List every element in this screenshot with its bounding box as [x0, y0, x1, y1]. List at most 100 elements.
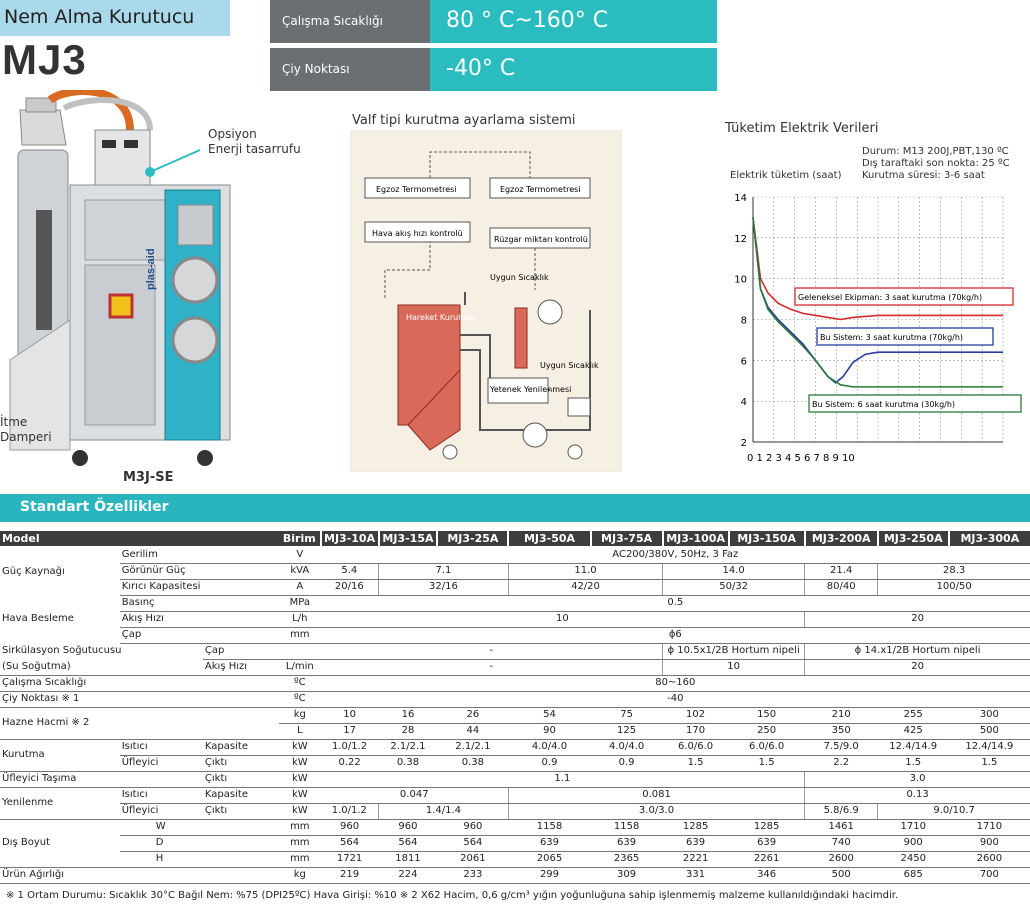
table-cell: 0.9 — [508, 755, 591, 772]
table-cell: 10 — [320, 611, 805, 628]
x-tick-label: 0 — [747, 453, 753, 464]
x-tick-label: 7 — [814, 453, 820, 464]
table-row: Dış Boyut W mm 960 960 960 1158 1158 128… — [0, 819, 1030, 868]
table-cell: 700 — [948, 867, 1030, 884]
table-cell: - — [320, 659, 663, 676]
table-cell: 1710 — [948, 819, 1030, 836]
table-cell: 1721 — [320, 851, 379, 868]
row-label: Isıtıcı — [119, 739, 203, 756]
table-cell: 54 — [508, 707, 591, 724]
row-unit: A — [279, 579, 321, 596]
table-cell: 2.1/2.1 — [378, 739, 438, 756]
standard-specs-title: Standart Özellikler — [0, 494, 1030, 522]
x-tick-label: 1 — [757, 453, 763, 464]
legend-label-1: Geleneksel Ekipman: 3 saat kurutma (70kg… — [798, 293, 982, 302]
y-tick-label: 6 — [741, 356, 747, 367]
header-model-col: MJ3-150A — [727, 531, 805, 548]
diagram-box-exhaust-thermometer-1: Egzoz Termometresi — [376, 185, 457, 194]
diagram-label-regeneration: Yetenek Yenilenmesi — [489, 385, 571, 394]
header-unit: Birim — [279, 531, 321, 548]
row-group-label: (Su Soğutma) — [0, 659, 203, 676]
table-cell: 6.0/6.0 — [662, 739, 729, 756]
table-cell: 500 — [948, 723, 1030, 740]
table-cell: 3.0 — [804, 771, 1030, 788]
table-row: D mm 564 564 564 639 639 639 639 740 900… — [0, 835, 1030, 852]
product-category-title: Nem Alma Kurutucu — [0, 0, 230, 36]
valve-diagram: Egzoz Termometresi Hava akış hızı kontro… — [350, 130, 622, 472]
spec-label-working-temp: Çalışma Sıcaklığı — [270, 0, 430, 43]
energy-saving-label: Enerji tasarrufu — [208, 142, 301, 156]
row-group-label: Yenilenme — [0, 787, 120, 820]
table-cell: 0.38 — [378, 755, 438, 772]
row-unit — [279, 643, 321, 660]
row-label: W — [119, 819, 280, 836]
table-cell: 16 — [378, 707, 438, 724]
table-cell: 1.0/1.2 — [320, 803, 379, 820]
table-cell: 309 — [590, 867, 663, 884]
row-unit: mm — [279, 627, 321, 644]
row-label: Kırıcı Kapasitesi — [119, 579, 280, 596]
table-cell: 3.0/3.0 — [507, 803, 805, 820]
table-cell: 1.5 — [728, 755, 805, 772]
row-unit: MPa — [279, 595, 321, 612]
legend-label-2: Bu Sistem: 3 saat kurutma (70kg/h) — [820, 333, 963, 342]
row-group-label: Sirkülasyon Soğutucusu — [2, 645, 122, 657]
row-label: Görünür Güç — [119, 563, 280, 580]
header-model-col: MJ3-10A — [319, 531, 379, 548]
x-tick-label: 8 — [823, 453, 829, 464]
table-cell: 2261 — [728, 851, 805, 868]
spec-table: Model Birim MJ3-10A MJ3-15A MJ3-25A MJ3-… — [0, 531, 1030, 884]
row-label: Akış Hızı — [202, 659, 280, 676]
spec-label-dew-point: Çiy Noktası — [270, 48, 430, 91]
table-cell: 2.1/2.1 — [437, 739, 509, 756]
table-cell: 5.4 — [320, 563, 379, 580]
table-cell: 150 — [728, 707, 805, 724]
table-cell: 250 — [728, 723, 805, 740]
table-cell: 2065 — [508, 851, 591, 868]
table-cell: 28 — [378, 723, 438, 740]
brand-logo-text: plas-aid — [145, 248, 157, 290]
row-group-label: Güç Kaynağı — [2, 565, 65, 577]
table-cell: - — [320, 643, 663, 660]
table-cell: 9.0/10.7 — [877, 803, 1030, 820]
table-row: Hazne Hacmi ※ 2 kg 10 16 26 54 75 102 15… — [0, 707, 1030, 740]
table-cell: 2600 — [804, 851, 878, 868]
y-tick-label: 8 — [741, 316, 747, 327]
table-cell: 0.5 — [320, 595, 1030, 612]
row-unit: V — [279, 547, 321, 564]
damper-label-2: Damperi — [0, 430, 52, 444]
row-label: Kapasite — [202, 739, 280, 756]
table-cell: 17 — [320, 723, 379, 740]
table-cell: 350 — [804, 723, 878, 740]
table-cell: 1.4/1.4 — [378, 803, 509, 820]
table-cell: 28.3 — [877, 563, 1030, 580]
table-cell: 1158 — [590, 819, 663, 836]
row-label: Ürün Ağırlığı — [0, 867, 280, 884]
table-cell: 255 — [877, 707, 949, 724]
row-unit: L/h — [279, 611, 321, 628]
row-label: H — [119, 851, 280, 868]
row-label: D — [119, 835, 280, 852]
row-unit: kg — [279, 707, 321, 724]
table-cell: 500 — [804, 867, 878, 884]
diagram-box-airflow-control: Hava akış hızı kontrolü — [372, 229, 463, 238]
table-cell: 20 — [804, 659, 1030, 676]
table-cell: 639 — [728, 835, 805, 852]
table-cell: 102 — [662, 707, 729, 724]
table-cell: 639 — [590, 835, 663, 852]
table-cell: 900 — [877, 835, 949, 852]
table-row: Yenilenme Isıtıcı Kapasite kW 0.047 0.08… — [0, 787, 1030, 820]
table-cell: 0.9 — [590, 755, 663, 772]
footnote: ※ 1 Ortam Durumu: Sıcaklık 30°C Bağıl Ne… — [6, 890, 899, 901]
row-unit: L — [279, 723, 321, 740]
table-cell: 21.4 — [804, 563, 878, 580]
row-unit: kW — [279, 755, 321, 772]
header-model: Model — [0, 531, 280, 548]
row-label: Çalışma Sıcaklığı — [0, 675, 280, 692]
table-cell: 5.8/6.9 — [804, 803, 878, 820]
table-cell: 11.0 — [507, 563, 663, 580]
chart-condition-2: Dış taraftaki son nokta: 25 ºC — [862, 158, 1010, 169]
table-cell: 960 — [437, 819, 509, 836]
table-cell: 224 — [378, 867, 438, 884]
table-cell: 564 — [437, 835, 509, 852]
